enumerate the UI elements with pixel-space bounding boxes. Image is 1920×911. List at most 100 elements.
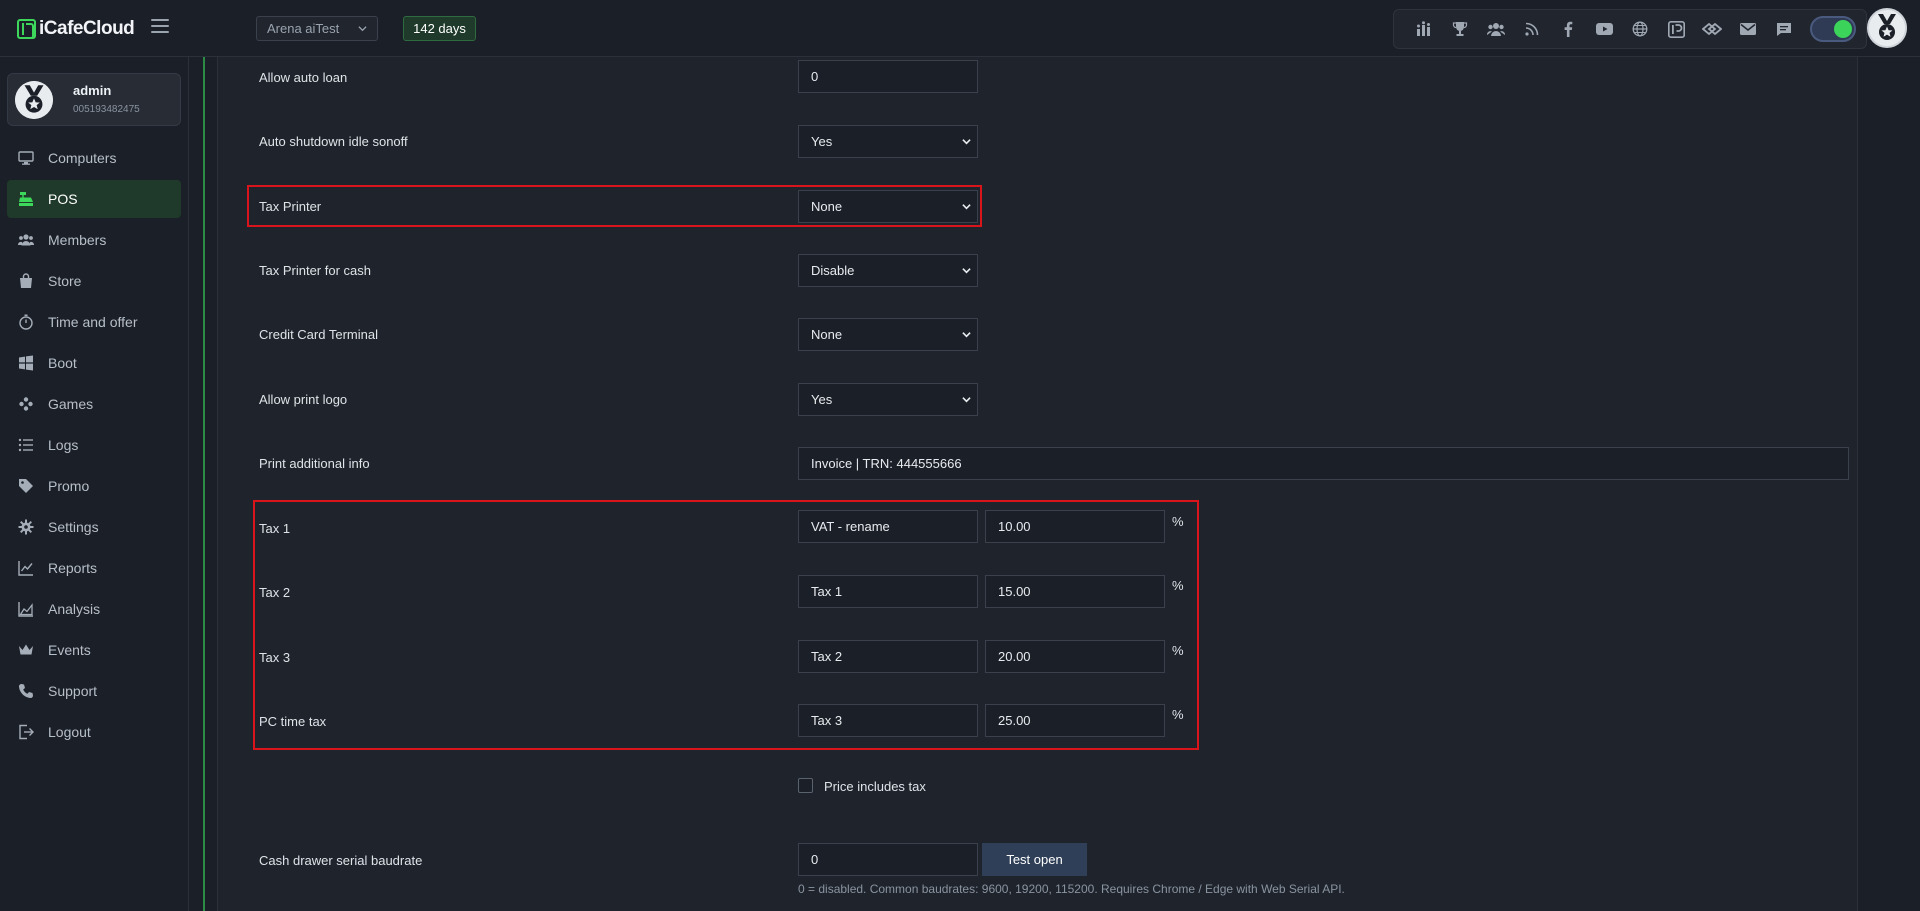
tax-1-rate-input[interactable]: 10.00 xyxy=(985,510,1165,543)
user-id: 005193482475 xyxy=(73,104,140,115)
license-days-badge: 142 days xyxy=(403,16,476,41)
chat-icon[interactable] xyxy=(1766,14,1802,44)
sidebar-item-promo[interactable]: Promo xyxy=(7,467,181,505)
auto-shutdown-select-value: Yes xyxy=(811,134,833,149)
phone-icon xyxy=(18,683,34,699)
tag-icon xyxy=(18,478,34,494)
sidebar-item-label: POS xyxy=(48,191,78,207)
gear-icon xyxy=(18,519,34,535)
sidebar-item-label: Games xyxy=(48,396,94,412)
print-additional-info-input[interactable]: Invoice | TRN: 444555666 xyxy=(798,447,1849,480)
sidebar-item-label: Members xyxy=(48,232,107,248)
auto-shutdown-select[interactable]: Yes xyxy=(798,125,978,158)
chevron-down-icon xyxy=(962,330,971,339)
remote-access-icon[interactable] xyxy=(1694,14,1730,44)
rss-icon[interactable] xyxy=(1514,14,1550,44)
sidebar-item-members[interactable]: Members xyxy=(7,221,181,259)
theme-toggle[interactable] xyxy=(1810,16,1856,42)
monitor-icon xyxy=(18,150,34,166)
print-additional-info-label: Print additional info xyxy=(259,456,370,471)
cash-drawer-label: Cash drawer serial baudrate xyxy=(259,853,423,868)
logo-mark-icon xyxy=(17,19,36,39)
sidebar-item-label: Events xyxy=(48,642,91,658)
sidebar-item-analysis[interactable]: Analysis xyxy=(7,590,181,628)
pc-time-tax-rate-input[interactable]: 25.00 xyxy=(985,704,1165,737)
app-logo[interactable]: iCafeCloud xyxy=(17,17,135,41)
cash-drawer-baudrate-input[interactable]: 0 xyxy=(798,843,978,876)
credit-card-terminal-label: Credit Card Terminal xyxy=(259,327,378,342)
sidebar-item-games[interactable]: Games xyxy=(7,385,181,423)
tax-printer-cash-select-value: Disable xyxy=(811,263,855,278)
user-name: admin xyxy=(73,83,112,98)
gamepad-icon xyxy=(18,396,34,412)
sidebar-item-label: Logs xyxy=(48,437,79,453)
sidebar-item-events[interactable]: Events xyxy=(7,631,181,669)
sidebar-item-label: Reports xyxy=(48,560,98,576)
allow-auto-loan-input[interactable]: 0 xyxy=(798,60,978,93)
credit-card-terminal-select[interactable]: None xyxy=(798,318,978,351)
sidebar-item-label: Time and offer xyxy=(48,314,138,330)
youtube-icon[interactable] xyxy=(1586,14,1622,44)
cafe-select[interactable]: Arena aiTest xyxy=(256,16,378,41)
tax-3-percent-sign: % xyxy=(1172,643,1184,658)
sidebar-item-reports[interactable]: Reports xyxy=(7,549,181,587)
top-bar: iCafeCloud Arena aiTest 142 days xyxy=(0,0,1920,57)
allow-auto-loan-label: Allow auto loan xyxy=(259,70,348,85)
tax-2-name-input[interactable]: Tax 1 xyxy=(798,575,978,608)
allow-print-logo-select[interactable]: Yes xyxy=(798,383,978,416)
cash-register-icon xyxy=(18,191,34,207)
tax-3-rate-input[interactable]: 20.00 xyxy=(985,640,1165,673)
sidebar-item-support[interactable]: Support xyxy=(7,672,181,710)
tax-2-percent-sign: % xyxy=(1172,578,1184,593)
header-avatar[interactable] xyxy=(1867,8,1907,48)
sidebar-item-store[interactable]: Store xyxy=(7,262,181,300)
menu-toggle-icon[interactable] xyxy=(151,19,169,33)
price-includes-tax-checkbox[interactable] xyxy=(798,778,813,793)
sidebar-item-label: Boot xyxy=(48,355,77,371)
user-card[interactable]: admin 005193482475 xyxy=(7,73,181,126)
sidebar-item-settings[interactable]: Settings xyxy=(7,508,181,546)
tax-1-name-input[interactable]: VAT - rename xyxy=(798,510,978,543)
trophy-icon[interactable] xyxy=(1442,14,1478,44)
tax-3-name-input[interactable]: Tax 2 xyxy=(798,640,978,673)
sidebar-item-label: Support xyxy=(48,683,98,699)
group-icon[interactable] xyxy=(1478,14,1514,44)
chevron-down-icon xyxy=(962,395,971,404)
mail-icon[interactable] xyxy=(1730,14,1766,44)
tax-1-percent-sign: % xyxy=(1172,514,1184,529)
sidebar-item-time-and-offer[interactable]: Time and offer xyxy=(7,303,181,341)
tax-1-label: Tax 1 xyxy=(259,521,291,536)
tax-printer-label: Tax Printer xyxy=(259,199,322,214)
sidebar-item-boot[interactable]: Boot xyxy=(7,344,181,382)
pc-time-tax-label: PC time tax xyxy=(259,714,327,729)
tax-printer-cash-select[interactable]: Disable xyxy=(798,254,978,287)
facebook-icon[interactable] xyxy=(1550,14,1586,44)
shopping-bag-icon xyxy=(18,273,34,289)
sidebar-item-label: Logout xyxy=(48,724,91,740)
tax-printer-select-value: None xyxy=(811,199,843,214)
crown-icon xyxy=(18,642,34,658)
cash-drawer-hint: 0 = disabled. Common baudrates: 9600, 19… xyxy=(798,882,1345,896)
area-chart-icon xyxy=(18,601,34,617)
sidebar-item-logs[interactable]: Logs xyxy=(7,426,181,464)
sidebar-item-pos[interactable]: POS xyxy=(7,180,181,218)
content-accent-bar xyxy=(203,57,205,911)
auto-shutdown-label: Auto shutdown idle sonoff xyxy=(259,134,408,149)
chevron-down-icon xyxy=(962,266,971,275)
pc-time-tax-name-input[interactable]: Tax 3 xyxy=(798,704,978,737)
sidebar-item-computers[interactable]: Computers xyxy=(7,139,181,177)
test-open-button[interactable]: Test open xyxy=(982,843,1087,876)
settings-panel xyxy=(217,57,1858,911)
sidebar-item-logout[interactable]: Logout xyxy=(7,713,181,751)
tax-printer-select[interactable]: None xyxy=(798,190,978,223)
chevron-down-icon xyxy=(962,202,971,211)
tax-2-rate-input[interactable]: 15.00 xyxy=(985,575,1165,608)
tax-printer-cash-label: Tax Printer for cash xyxy=(259,263,371,278)
users-icon xyxy=(18,232,34,248)
sidebar-item-label: Promo xyxy=(48,478,90,494)
globe-icon[interactable] xyxy=(1622,14,1658,44)
icafe-brand-icon[interactable] xyxy=(1658,14,1694,44)
leaderboard-icon[interactable] xyxy=(1406,14,1442,44)
logout-icon xyxy=(18,724,34,740)
allow-print-logo-select-value: Yes xyxy=(811,392,833,407)
